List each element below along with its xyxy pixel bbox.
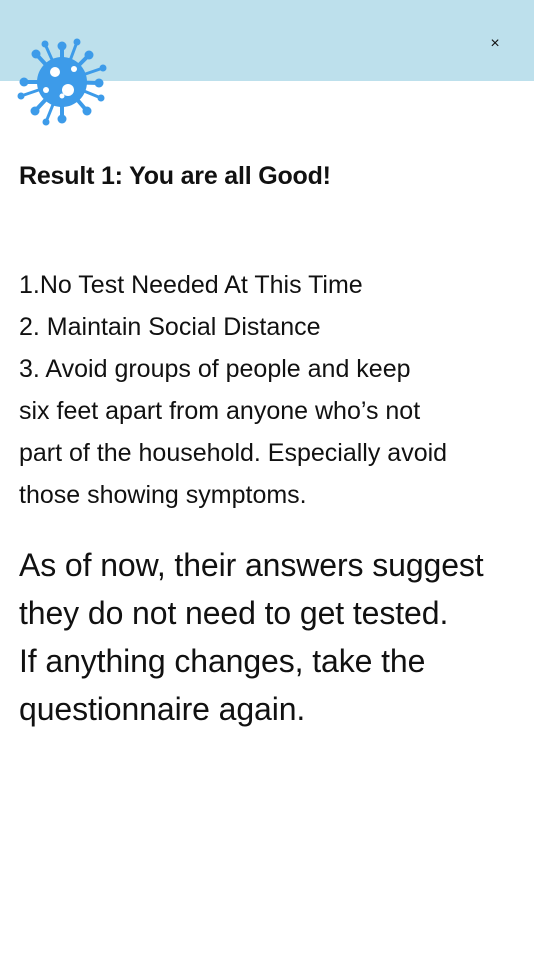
result-summary: As of now, their answers suggest they do… — [19, 541, 519, 733]
instruction-list: 1.No Test Needed At This Time 2. Maintai… — [19, 264, 511, 516]
instruction-line: six feet apart from anyone who’s not — [19, 397, 421, 425]
instruction-line: 2. Maintain Social Distance — [19, 313, 321, 341]
instruction-line: those showing symptoms. — [19, 481, 307, 509]
close-icon: × — [490, 35, 500, 52]
result-title: Result 1: You are all Good! — [19, 162, 331, 190]
summary-line: As of now, their answers suggest — [19, 547, 484, 583]
virus-icon — [17, 38, 107, 126]
summary-line: If anything changes, take the — [19, 643, 426, 679]
instruction-line: 3. Avoid groups of people and keep — [19, 355, 411, 383]
summary-line: questionnaire again. — [19, 691, 306, 727]
instruction-line: part of the household. Especially avoid — [19, 439, 448, 467]
close-button[interactable]: × — [484, 33, 506, 55]
instruction-line: 1.No Test Needed At This Time — [19, 271, 363, 299]
summary-line: they do not need to get tested. — [19, 595, 449, 631]
